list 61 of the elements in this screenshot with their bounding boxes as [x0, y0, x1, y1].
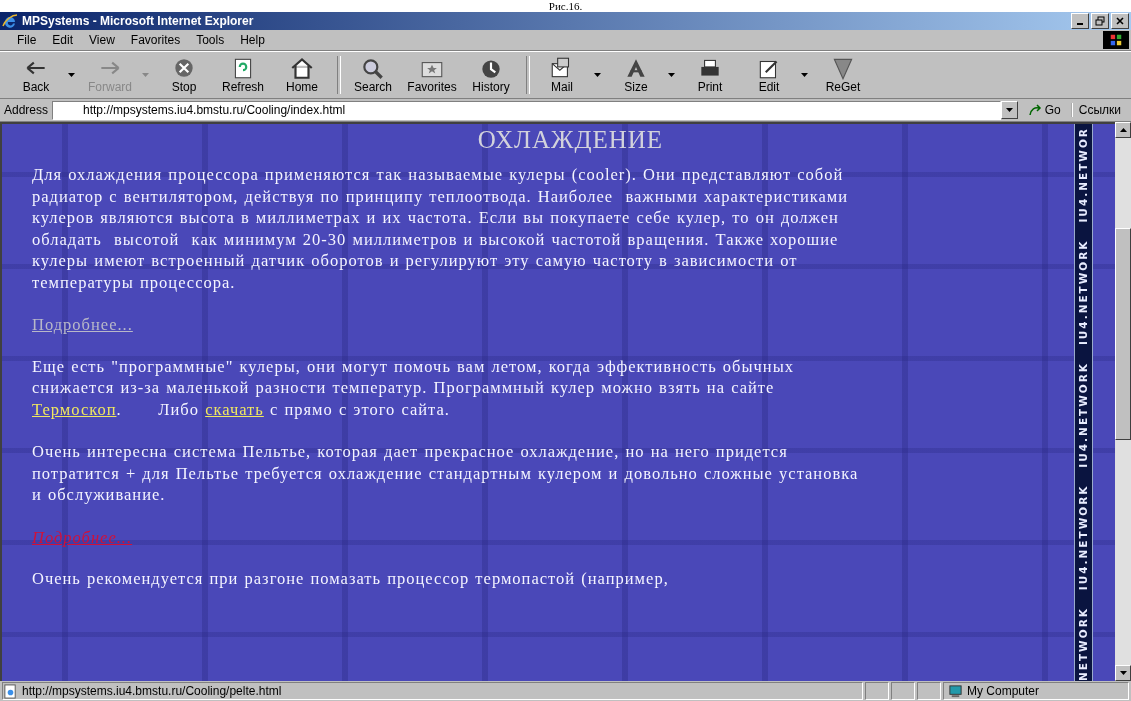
menu-item[interactable]: Edit [45, 32, 81, 48]
go-button[interactable]: Go [1021, 103, 1067, 117]
toolbar-button[interactable]: Back [8, 55, 64, 95]
toolbar-button[interactable]: Edit [741, 55, 797, 95]
menu-item[interactable]: Favorites [123, 32, 188, 48]
links-button[interactable]: Ссылки [1070, 103, 1127, 117]
paragraph: Еще есть "программные" кулеры, они могут помочь вам летом, когда эффективность обычных снижается из-за маленькой разности температур. Программный кулер можно взять на сайте Термоскоп. Либо скачать с прямо с этого сайта. [32, 355, 795, 420]
more-link[interactable]: Подробнее... [32, 315, 133, 334]
address-field[interactable]: http://mpsystems.iu4.bmstu.ru/Cooling/index.html [52, 100, 1001, 120]
windows-logo-icon [1103, 31, 1129, 49]
caret-icon[interactable] [801, 73, 808, 77]
banner-text: NETWORK IU4.NETWORK IU4.NETWORK IU4.NETWORK IU4.NETWOR [1076, 126, 1090, 681]
address-label: Address [4, 103, 49, 117]
link[interactable]: скачать [205, 399, 264, 419]
up-caret-icon [1119, 128, 1127, 132]
minimize-icon [1077, 23, 1083, 25]
go-arrow-icon [1027, 104, 1042, 116]
menu-item[interactable]: View [82, 32, 122, 48]
computer-icon [948, 683, 963, 699]
caret-icon [1005, 108, 1013, 112]
search-icon [360, 56, 386, 80]
menu-item[interactable]: File [10, 32, 44, 48]
status-pane [865, 682, 889, 700]
toolbar-button[interactable]: Print [682, 55, 738, 95]
link[interactable]: Термоскоп [32, 399, 117, 419]
browser-icon [2, 13, 18, 29]
toolbar-button[interactable]: Refresh [215, 55, 271, 95]
restore-icon [1095, 16, 1105, 26]
status-text: http://mpsystems.iu4.bmstu.ru/Cooling/pelte.html [22, 684, 282, 698]
paragraph: Очень рекомендуется при разгоне помазать процессор термопастой (например, [32, 568, 670, 590]
minimize-button[interactable] [1071, 13, 1089, 29]
caret-icon[interactable] [668, 73, 675, 77]
caret-icon[interactable] [68, 73, 75, 77]
zone-text: My Computer [967, 684, 1040, 698]
page-icon [3, 683, 18, 699]
caret-icon[interactable] [594, 73, 601, 77]
toolbar-button[interactable]: ReGet [815, 55, 871, 95]
paragraph: Очень интересна система Пельтье, которая дает прекрасное охлаждение, но на него придется потратится + для Пельтье требуется охлаждение стандартным кулером и довольно сложные установка и обслуживание. [32, 441, 860, 506]
toolbar-button[interactable]: Stop [156, 55, 212, 95]
toolbar-button[interactable]: Favorites [404, 55, 460, 95]
home-icon [289, 56, 315, 80]
close-button[interactable] [1111, 13, 1129, 29]
menu-item[interactable]: Tools [189, 32, 232, 48]
scroll-down-button[interactable] [1115, 665, 1131, 681]
down-caret-icon [1119, 671, 1127, 675]
scroll-up-button[interactable] [1115, 122, 1131, 138]
toolbar-button[interactable]: Mail [534, 55, 590, 95]
figure-caption: Рис.16. [0, 0, 1131, 12]
toolbar-button[interactable]: Size [608, 55, 664, 95]
status-pane [917, 682, 941, 700]
toolbar-button[interactable]: Home [274, 55, 330, 95]
scroll-thumb[interactable] [1115, 228, 1131, 440]
status-pane [891, 682, 915, 700]
toolbar-button[interactable]: History [463, 55, 519, 95]
paragraph: Для охлаждения процессора применяются так называемые кулеры (cooler). Они представляют собой радиатор с вентилятором, действуя по принципу теплоотвода. Наиболее важными характеристиками кулеров являются высота в миллиметрах и их частота. Если вы покупаете себе кулер, то он должен обладать высотой как минимум 20-30 миллиметров и высокой частотой вращения. Также хорошие кулеры имеют встроенный датчик оборотов и регулируют эту самую частоту в зависимости от температуры процессора. [32, 164, 850, 293]
close-icon [1115, 16, 1125, 26]
toolbar-button[interactable]: Search [345, 55, 401, 95]
menu-item[interactable]: Help [233, 32, 272, 48]
window-title: MPSystems - Microsoft Internet Explorer [22, 14, 255, 28]
restore-button[interactable] [1091, 13, 1109, 29]
page-heading: ОХЛАЖДЕНИЕ [476, 126, 664, 154]
